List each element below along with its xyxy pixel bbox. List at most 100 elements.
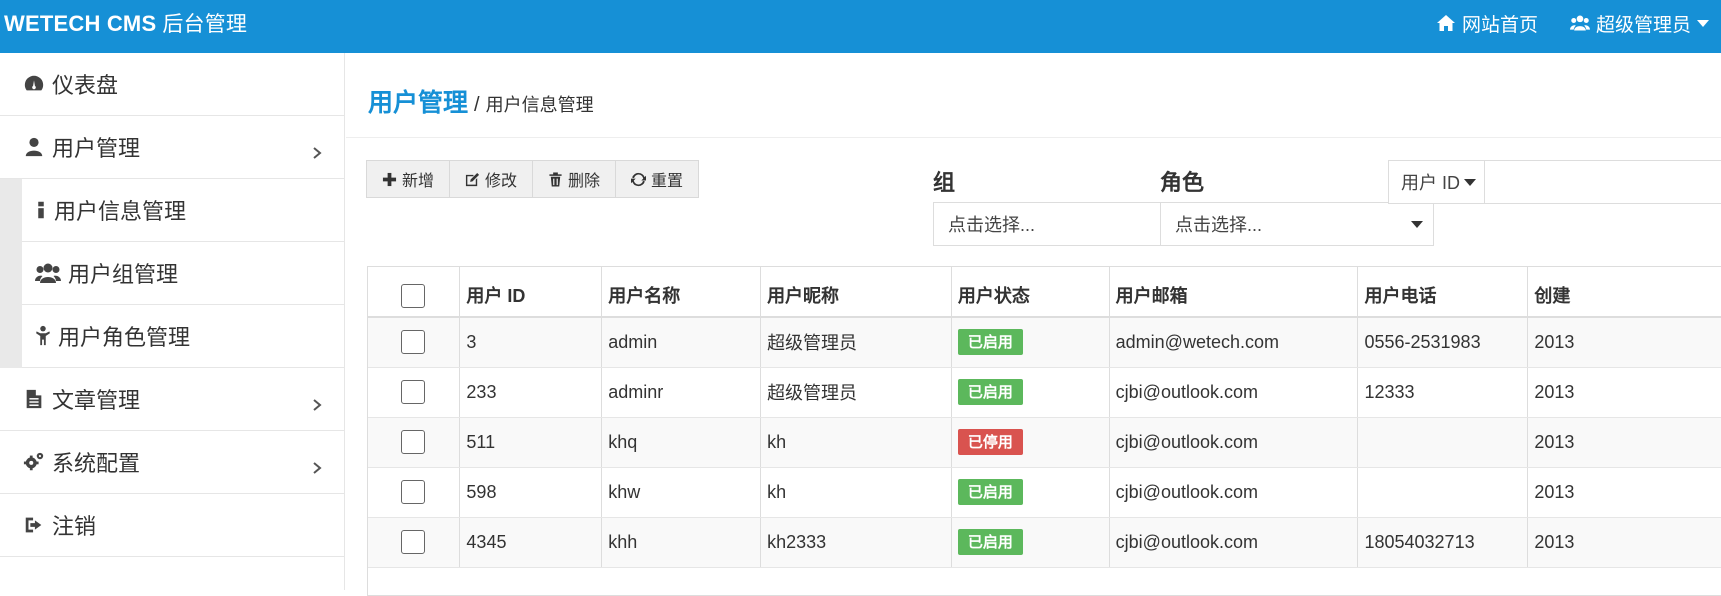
edit-icon (465, 172, 480, 187)
chevron-right-icon (310, 392, 324, 406)
cell-email: admin@wetech.com (1109, 317, 1358, 367)
edit-button-label: 修改 (485, 167, 517, 191)
column-header[interactable]: 用户邮箱 (1109, 267, 1358, 317)
row-checkbox[interactable] (401, 330, 425, 354)
cell-phone: 18054032713 (1358, 517, 1528, 567)
reset-button-label: 重置 (651, 167, 683, 191)
chevron-right-icon (310, 455, 324, 469)
cell-username: khw (602, 467, 761, 517)
table-row[interactable]: 233 adminr 超级管理员 已启用 cjbi@outlook.com 12… (368, 367, 1721, 417)
breadcrumb: 用户管理 / 用户信息管理 (368, 83, 594, 119)
status-badge: 已停用 (958, 429, 1023, 455)
cell-nickname: 超级管理员 (761, 367, 952, 417)
cell-user-id: 3 (460, 317, 602, 367)
group-filter-label: 组 (933, 165, 955, 197)
cell-created: 2013 (1528, 367, 1721, 417)
row-checkbox[interactable] (401, 380, 425, 404)
sidebar-item-user-info[interactable]: 用户信息管理 (22, 179, 344, 242)
cell-nickname: kh (761, 467, 952, 517)
cell-user-id: 4345 (460, 517, 602, 567)
caret-down-icon (1411, 221, 1423, 228)
cell-phone: 0556-2531983 (1358, 317, 1528, 367)
row-select-cell (368, 317, 460, 367)
cell-nickname: 超级管理员 (761, 317, 952, 367)
cell-username: khq (602, 417, 761, 467)
sidebar-item-system-config[interactable]: 系统配置 (0, 431, 344, 494)
sidebar-item-user-roles[interactable]: 用户角色管理 (22, 305, 344, 368)
top-navbar: WETECH CMS 后台管理 网站首页 超级管理员 (0, 0, 1721, 53)
edit-button[interactable]: 修改 (450, 161, 533, 197)
row-select-cell (368, 367, 460, 417)
column-header[interactable]: 创建 (1528, 267, 1721, 317)
page-title[interactable]: 用户管理 (368, 83, 468, 119)
select-all-checkbox[interactable] (401, 284, 425, 308)
top-nav: 网站首页 超级管理员 (1436, 8, 1721, 38)
cell-status: 已启用 (951, 317, 1109, 367)
cell-status: 已启用 (951, 467, 1109, 517)
table-row[interactable]: 511 khq kh 已停用 cjbi@outlook.com 2013 (368, 417, 1721, 467)
brand-subtitle: 后台管理 (162, 13, 247, 36)
breadcrumb-current: 用户信息管理 (486, 91, 594, 117)
table-row[interactable]: 598 khw kh 已启用 cjbi@outlook.com 2013 (368, 467, 1721, 517)
delete-button[interactable]: 删除 (533, 161, 616, 197)
header-divider (346, 137, 1721, 138)
sidebar-item-label: 用户角色管理 (58, 320, 190, 352)
user-menu[interactable]: 超级管理员 (1570, 8, 1709, 38)
search-type-dropdown[interactable]: 用户 ID (1389, 161, 1485, 203)
sidebar-item-user-management[interactable]: 用户管理 (0, 116, 344, 179)
cell-email: cjbi@outlook.com (1109, 517, 1358, 567)
cell-created: 2013 (1528, 417, 1721, 467)
row-checkbox[interactable] (401, 480, 425, 504)
column-header[interactable]: 用户 ID (460, 267, 602, 317)
child-icon (34, 324, 52, 348)
cell-username: khh (602, 517, 761, 567)
caret-down-icon (1464, 179, 1476, 186)
sidebar-item-user-groups[interactable]: 用户组管理 (22, 242, 344, 305)
add-button[interactable]: 新增 (367, 161, 450, 197)
status-badge: 已启用 (958, 479, 1023, 505)
brand[interactable]: WETECH CMS 后台管理 (4, 8, 247, 38)
row-checkbox[interactable] (401, 530, 425, 554)
add-button-label: 新增 (402, 167, 434, 191)
brand-name: WETECH CMS (4, 11, 156, 36)
home-link[interactable]: 网站首页 (1436, 8, 1538, 38)
info-icon (34, 198, 48, 222)
user-icon (22, 135, 46, 159)
row-checkbox[interactable] (401, 430, 425, 454)
home-link-label: 网站首页 (1462, 10, 1538, 37)
sidebar-item-articles[interactable]: 文章管理 (0, 368, 344, 431)
cell-status: 已停用 (951, 417, 1109, 467)
row-select-cell (368, 417, 460, 467)
file-icon (22, 387, 46, 411)
role-select[interactable]: 点击选择... (1160, 202, 1434, 246)
sidebar-item-logout[interactable]: 注销 (0, 494, 344, 557)
role-filter-label: 角色 (1160, 165, 1204, 197)
cell-email: cjbi@outlook.com (1109, 467, 1358, 517)
user-management-submenu: 用户信息管理 用户组管理 用户角色管理 (0, 179, 344, 368)
table-row[interactable]: 4345 khh kh2333 已启用 cjbi@outlook.com 180… (368, 517, 1721, 567)
column-header[interactable]: 用户状态 (951, 267, 1109, 317)
sidebar-item-label: 用户信息管理 (54, 194, 186, 226)
sidebar-item-label: 用户管理 (52, 131, 140, 163)
cell-nickname: kh (761, 417, 952, 467)
sidebar-item-label: 用户组管理 (68, 257, 178, 289)
sidebar-item-label: 文章管理 (52, 383, 140, 415)
cell-username: admin (602, 317, 761, 367)
column-header[interactable]: 用户昵称 (761, 267, 952, 317)
table-row[interactable]: 3 admin 超级管理员 已启用 admin@wetech.com 0556-… (368, 317, 1721, 367)
main-content: 用户管理 / 用户信息管理 新增 修改 删除 重置 组 角色 点击选择... 点… (346, 53, 1721, 590)
trash-icon (548, 172, 563, 187)
reset-button[interactable]: 重置 (616, 161, 698, 197)
status-badge: 已启用 (958, 329, 1023, 355)
users-icon (34, 261, 62, 285)
sidebar: 仪表盘 用户管理 用户信息管理 用户组管理 用户角色管理 (0, 53, 345, 590)
cell-email: cjbi@outlook.com (1109, 417, 1358, 467)
cell-nickname: kh2333 (761, 517, 952, 567)
plus-icon (382, 172, 397, 187)
sidebar-item-dashboard[interactable]: 仪表盘 (0, 53, 344, 116)
column-header[interactable]: 用户电话 (1358, 267, 1528, 317)
search-field: 用户 ID (1388, 160, 1721, 204)
status-badge: 已启用 (958, 379, 1023, 405)
search-input[interactable] (1485, 161, 1721, 203)
column-header[interactable]: 用户名称 (602, 267, 761, 317)
